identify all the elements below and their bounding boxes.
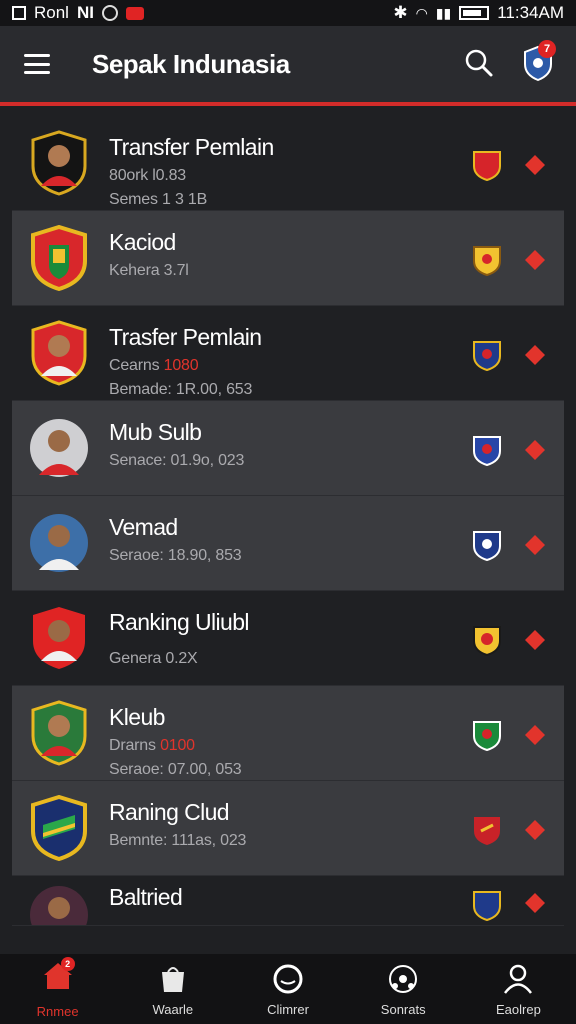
diamond-icon[interactable]	[524, 819, 546, 841]
list-item[interactable]: Ranking Uliubl Genera 0.2X	[12, 591, 564, 686]
list-item[interactable]: Kleub Drarns 0100 Seraoe: 07.00, 053	[12, 686, 564, 781]
club-logo-icon	[28, 223, 90, 293]
list-item[interactable]: Mub Sulb Senace: 01.9o, 023	[12, 401, 564, 496]
item-title: Kleub	[109, 704, 165, 730]
diamond-icon[interactable]	[524, 439, 546, 461]
club-crest-icon	[473, 151, 501, 182]
notification-button[interactable]: 7	[522, 40, 556, 82]
tab-label: Waarle	[152, 1001, 194, 1017]
player-icon	[28, 413, 90, 483]
diamond-icon[interactable]	[524, 629, 546, 651]
item-title: Baltried	[109, 884, 183, 910]
wifi-icon: ◠	[415, 4, 428, 21]
list-item[interactable]: Transfer Pemlain 80ork l0.83 Semes 1 3 1…	[12, 116, 564, 211]
diamond-icon[interactable]	[524, 724, 546, 746]
item-meta: Semes 1 3 1B	[109, 191, 208, 208]
diamond-icon[interactable]	[524, 534, 546, 556]
tab-eaolrep[interactable]: Eaolrep	[461, 954, 576, 1024]
club-crest-icon	[473, 246, 501, 277]
list-item[interactable]: Baltried	[12, 876, 564, 926]
list-item[interactable]: Kaciod Kehera 3.7l	[12, 211, 564, 306]
item-subtitle: Kehera 3.7l	[109, 262, 189, 279]
notification-badge: 7	[538, 40, 556, 58]
status-text-1: Ronl	[34, 3, 69, 22]
item-subtitle: 80ork l0.83	[109, 167, 186, 184]
item-subtitle: Bemnte: 111as, 023	[109, 832, 247, 849]
tab-home[interactable]: 2 Rnmee	[0, 954, 115, 1024]
list-item[interactable]: Vemad Seraoe: 18.90, 853	[12, 496, 564, 591]
status-bar: Ronl NI ✱ ◠ ▮▮ 11:34AM	[0, 0, 576, 26]
item-title: Transfer Pemlain	[109, 134, 274, 160]
item-title: Ranking Uliubl	[109, 609, 250, 635]
player-icon	[28, 603, 90, 673]
tab-label: Sonrats	[380, 1001, 426, 1017]
player-icon	[28, 880, 90, 925]
app-bar: Sepak Indunasia 7	[0, 26, 576, 102]
club-crest-icon	[473, 341, 501, 372]
player-icon	[28, 318, 90, 388]
youtube-icon	[125, 6, 144, 20]
camera-icon	[101, 5, 118, 21]
item-subtitle: Seraoe: 18.90, 853	[109, 547, 242, 564]
accent-divider	[0, 102, 576, 106]
signal-icon: ▮▮	[435, 4, 452, 21]
item-title: Mub Sulb	[109, 419, 202, 445]
club-crest-icon	[473, 436, 501, 467]
item-subtitle: Drarns 0100	[109, 737, 195, 754]
item-subtitle: Genera 0.2X	[109, 650, 198, 667]
diamond-icon[interactable]	[524, 154, 546, 176]
news-list: Transfer Pemlain 80ork l0.83 Semes 1 3 1…	[12, 116, 564, 926]
status-time: 11:34AM	[497, 3, 564, 22]
item-subtitle: Cearns 1080	[109, 357, 199, 374]
page-title: Sepak Indunasia	[92, 48, 290, 79]
diamond-icon[interactable]	[524, 249, 546, 271]
tab-label: Eaolrep	[496, 1001, 541, 1017]
item-meta: Bemade: 1R.00, 653	[109, 381, 253, 398]
ball-icon	[273, 964, 303, 993]
club-crest-icon	[474, 817, 500, 845]
bluetooth-icon: ✱	[393, 3, 408, 22]
diamond-icon[interactable]	[524, 344, 546, 366]
status-text-2: NI	[76, 3, 94, 22]
tab-label: Rnmee	[36, 1004, 79, 1019]
home-badge: 2	[60, 957, 75, 971]
club-crest-icon	[473, 531, 501, 562]
club-crest-icon	[473, 891, 501, 922]
diamond-icon[interactable]	[524, 892, 546, 914]
home-icon: 2	[41, 957, 75, 998]
tab-sonrats[interactable]: Sonrats	[346, 954, 461, 1024]
item-meta: Seraoe: 07.00, 053	[109, 761, 242, 778]
item-title: Vemad	[109, 514, 178, 540]
item-title: Raning Clud	[109, 799, 230, 825]
item-title: Kaciod	[109, 229, 176, 255]
list-item[interactable]: Raning Clud Bemnte: 111as, 023	[12, 781, 564, 876]
team-icon	[389, 964, 418, 993]
bottom-navigation: 2 Rnmee Waarle Climrer Sonrats Eaolrep	[0, 954, 576, 1024]
club-crest-icon	[473, 721, 501, 752]
search-icon[interactable]	[464, 48, 494, 78]
tab-label: Climrer	[267, 1001, 309, 1017]
club-logo-icon	[28, 793, 90, 863]
gallery-icon	[12, 6, 26, 20]
item-subtitle: Senace: 01.9o, 023	[109, 452, 245, 469]
item-title: Trasfer Pemlain	[109, 324, 262, 350]
tab-waarle[interactable]: Waarle	[115, 954, 230, 1024]
tab-climrer[interactable]: Climrer	[230, 954, 345, 1024]
bag-icon	[161, 966, 184, 992]
battery-icon	[459, 6, 490, 20]
menu-icon[interactable]	[24, 54, 50, 74]
club-crest-icon	[473, 626, 501, 657]
profile-icon	[504, 964, 533, 994]
list-item[interactable]: Trasfer Pemlain Cearns 1080 Bemade: 1R.0…	[12, 306, 564, 401]
player-icon	[28, 698, 90, 768]
player-icon	[28, 508, 90, 578]
player-icon	[28, 128, 90, 198]
